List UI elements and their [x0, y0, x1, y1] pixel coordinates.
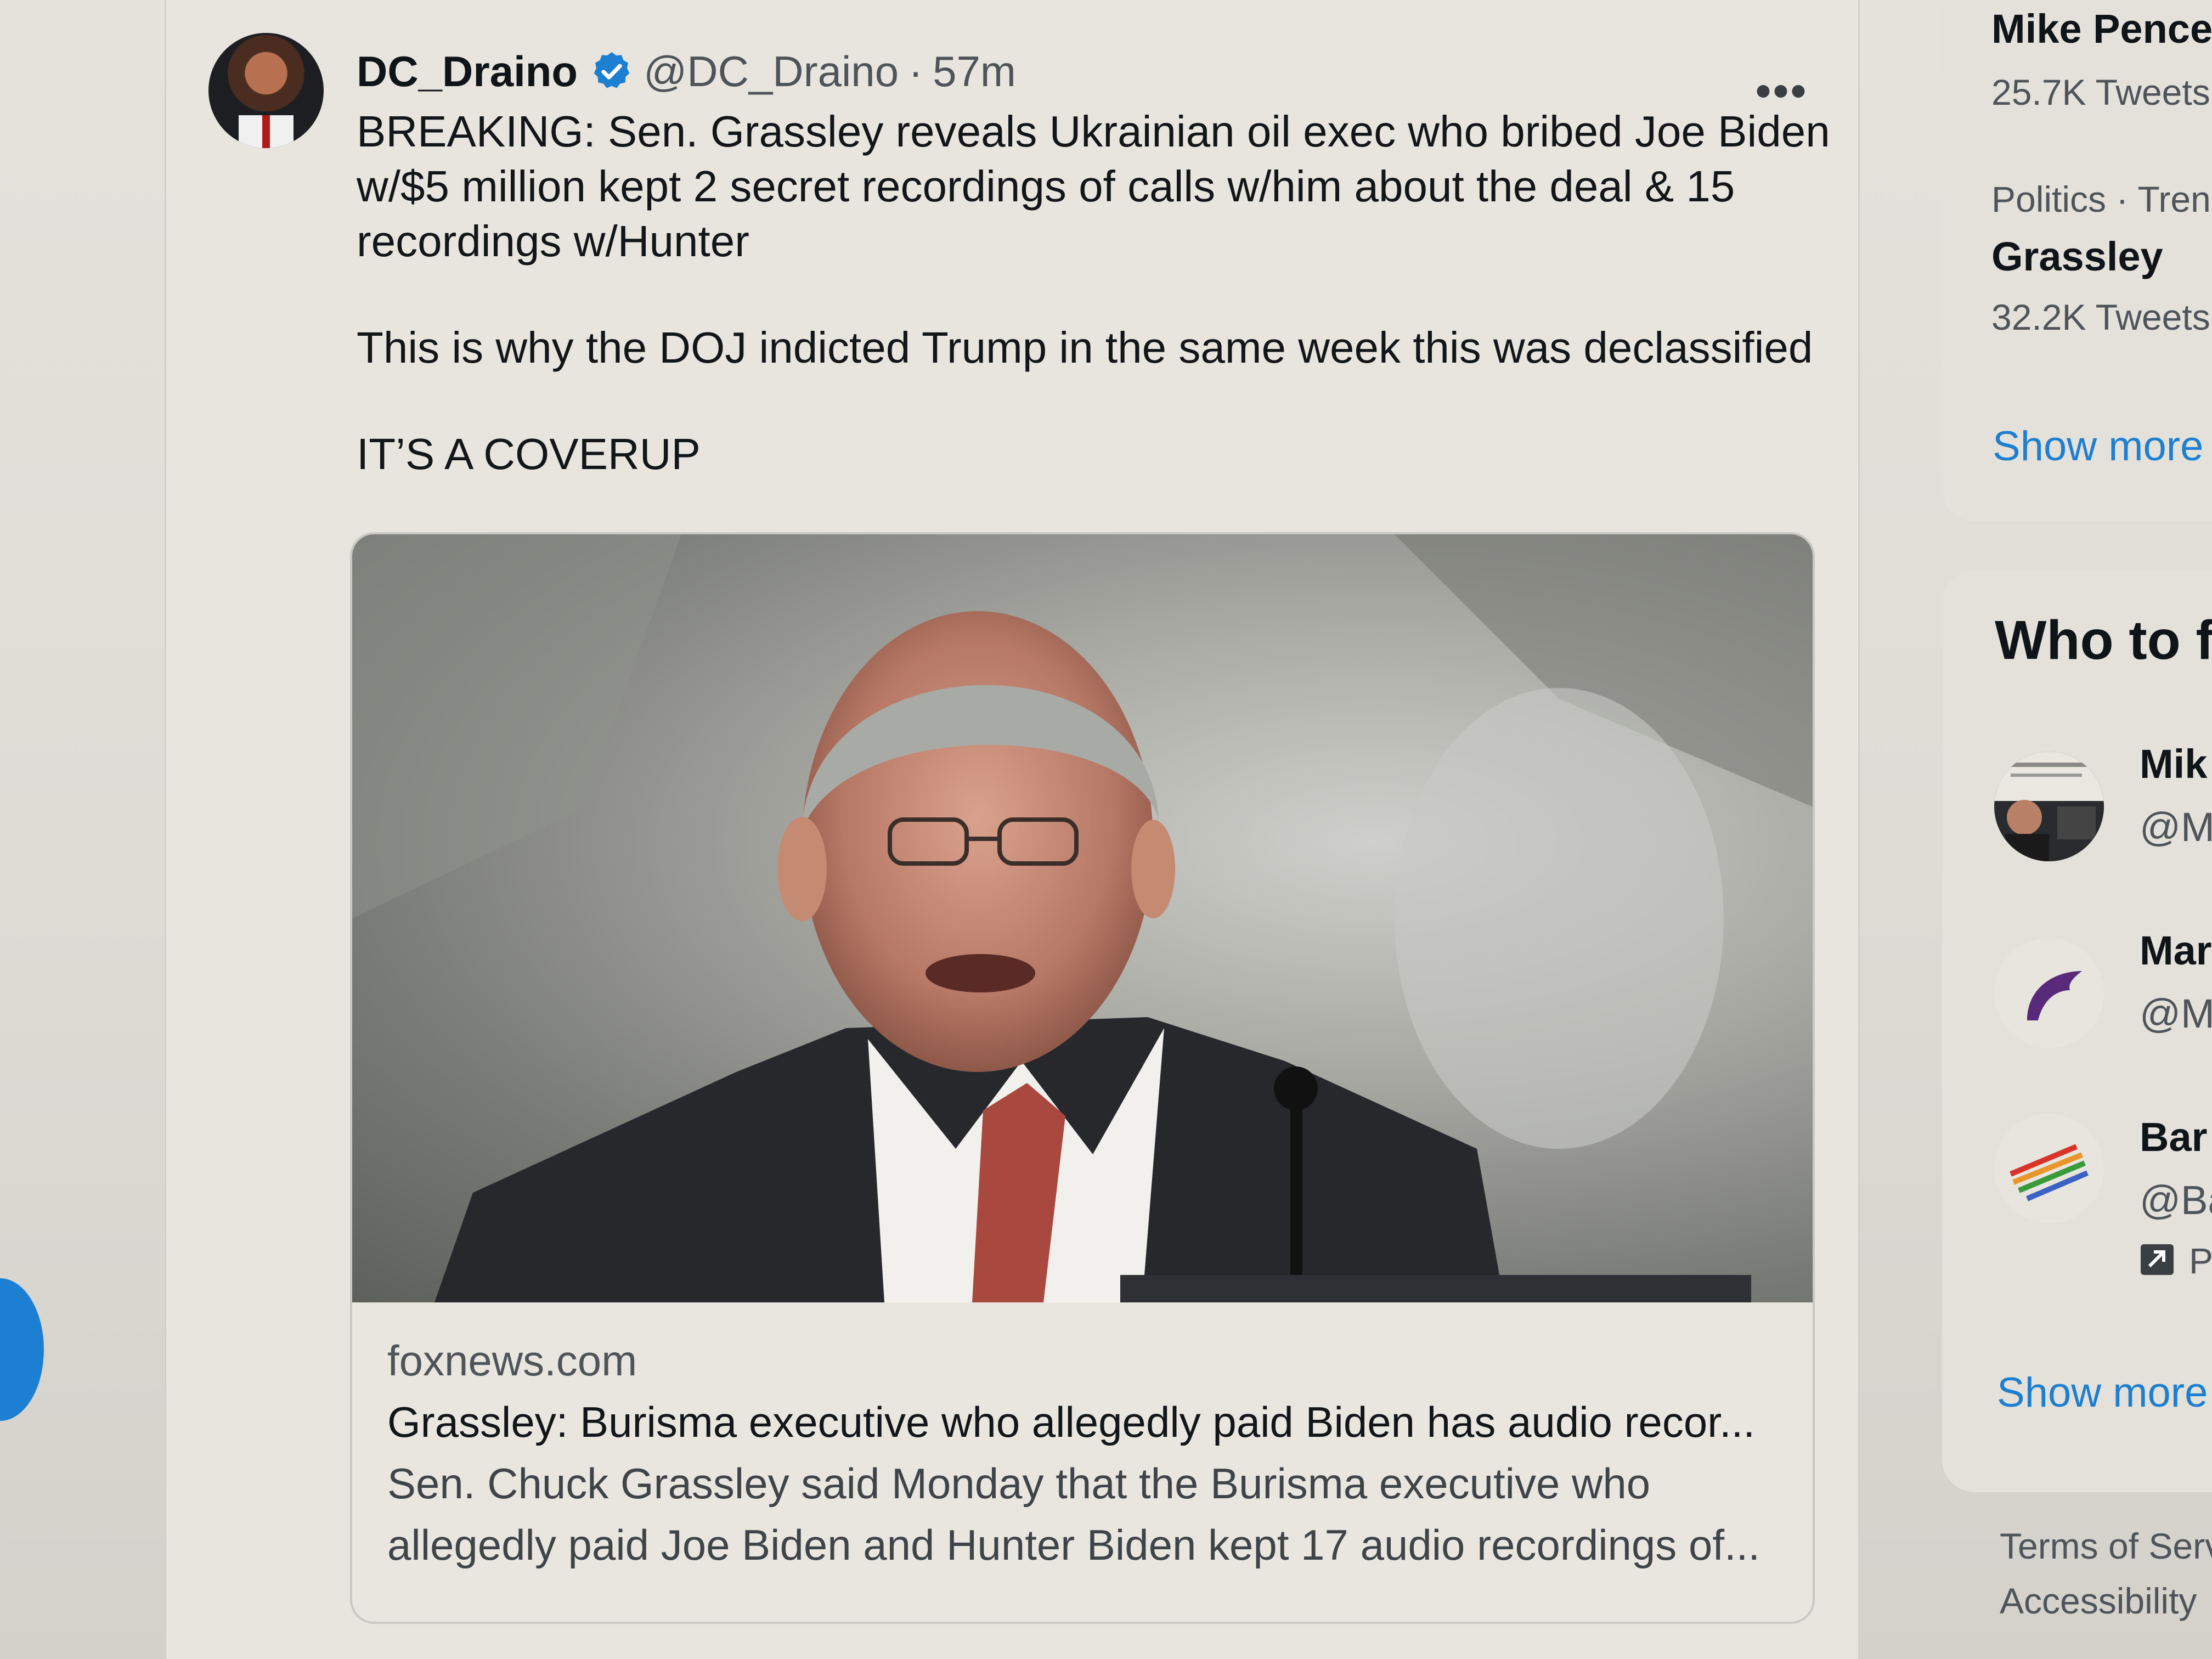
- screen: DC_Draino @DC_Draino · 57m ••• BREAKING:…: [0, 0, 2212, 1659]
- suggestion-name-3[interactable]: Bar: [2140, 1114, 2207, 1160]
- tweet[interactable]: DC_Draino @DC_Draino · 57m ••• BREAKING:…: [208, 33, 1832, 1624]
- who-to-follow-show-more-link[interactable]: Show more: [1997, 1369, 2208, 1417]
- promoted-icon: [2140, 1243, 2178, 1276]
- link-card[interactable]: foxnews.com Grassley: Burisma executive …: [350, 532, 1815, 1624]
- who-to-follow-title: Who to f: [1995, 610, 2212, 671]
- separator-dot: ·: [909, 47, 923, 95]
- tweet-text: BREAKING: Sen. Grassley reveals Ukrainia…: [357, 104, 1838, 533]
- trend-name-2[interactable]: Grassley: [1991, 233, 2163, 280]
- suggestion-photo-1: [1994, 752, 2104, 861]
- card-meta[interactable]: foxnews.com Grassley: Burisma executive …: [387, 1330, 1792, 1576]
- verified-badge-icon: [590, 49, 634, 93]
- trend-name-1[interactable]: Mike Pence: [1991, 5, 2212, 52]
- card-image[interactable]: [352, 534, 1813, 1302]
- trend-count-1: 25.7K Tweets: [1991, 72, 2210, 112]
- right-sidebar: Mike Pence 25.7K Tweets Politics · Tren …: [1887, 0, 2212, 1659]
- promoted-label: P: [2189, 1240, 2212, 1281]
- trend-count-2: 32.2K Tweets: [1991, 297, 2210, 337]
- card-description-line-1: Sen. Chuck Grassley said Monday that the…: [387, 1459, 1651, 1508]
- tweet-header: DC_Draino @DC_Draino · 57m: [357, 44, 1016, 99]
- suggestion-handle-3: @Ba: [2140, 1177, 2212, 1223]
- tweet-paragraph-2: This is why the DOJ indicted Trump in th…: [357, 323, 1813, 372]
- trend-category-2: Politics · Tren: [1991, 179, 2211, 219]
- display-name[interactable]: DC_Draino: [357, 47, 578, 97]
- rainbow-logo-icon: [2010, 1144, 2089, 1201]
- avatar-tie: [262, 115, 270, 148]
- author-avatar[interactable]: [208, 33, 324, 148]
- suggestion-avatar-1[interactable]: [1994, 752, 2104, 861]
- tweet-paragraph-1: BREAKING: Sen. Grassley reveals Ukrainia…: [357, 107, 1830, 266]
- card-title: Grassley: Burisma executive who allegedl…: [387, 1398, 1755, 1446]
- suggestion-avatar-2[interactable]: [1994, 938, 2104, 1048]
- dolphin-logo-icon: [2027, 971, 2082, 1020]
- compose-fab-button[interactable]: [0, 1278, 44, 1421]
- trends-show-more-link[interactable]: Show more: [1993, 422, 2203, 470]
- tweet-paragraph-3: IT’S A COVERUP: [357, 430, 701, 478]
- card-description: Sen. Chuck Grassley said Monday that the…: [387, 1453, 1792, 1576]
- suggestion-name-1[interactable]: Mik: [2140, 741, 2207, 787]
- suggestion-avatar-3[interactable]: [1994, 1114, 2104, 1223]
- tweet-time[interactable]: 57m: [933, 47, 1016, 97]
- card-domain: foxnews.com: [387, 1336, 637, 1385]
- author-handle[interactable]: @DC_Draino: [644, 47, 899, 97]
- suggestion-handle-2: @M: [2140, 991, 2212, 1036]
- suggestion-handle-1: @M: [2140, 804, 2212, 850]
- suggestion-name-2[interactable]: Mar: [2140, 927, 2212, 974]
- card-description-line-2: allegedly paid Joe Biden and Hunter Bide…: [387, 1521, 1760, 1569]
- footer-terms-link[interactable]: Terms of Serv: [2000, 1525, 2212, 1567]
- senator-photo: [352, 534, 1813, 1302]
- footer-accessibility-link[interactable]: Accessibility: [2000, 1580, 2197, 1622]
